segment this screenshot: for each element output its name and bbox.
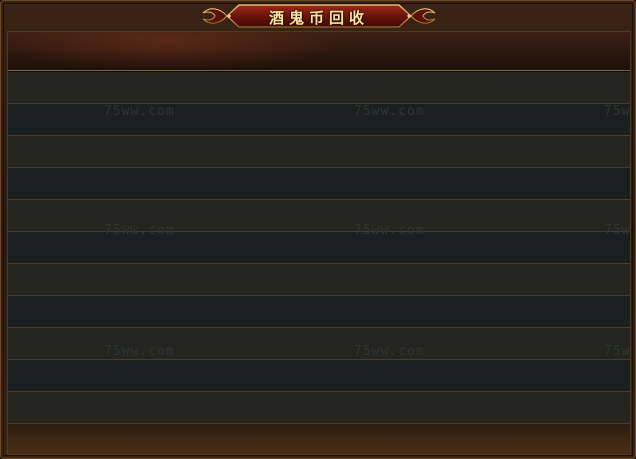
list-row[interactable] [8,136,630,168]
watermark: 75ww.com [104,223,175,238]
list-row[interactable] [8,232,630,264]
list-footer [8,424,630,454]
recycle-window: 酒鬼币回收 75ww.com 75ww.com 75ww 75ww.com 75… [0,0,636,459]
watermark: 75ww.com [354,104,425,119]
watermark: 75ww.com [104,104,175,119]
watermark: 75ww.com [354,223,425,238]
list-row[interactable] [8,360,630,392]
list-row[interactable] [8,296,630,328]
list-row[interactable] [8,72,630,104]
watermark: 75ww.com [354,344,425,359]
item-list-panel: 75ww.com 75ww.com 75ww 75ww.com 75ww.com… [7,31,631,455]
window-title: 酒鬼币回收 [268,9,369,27]
watermark: 75ww [604,104,631,119]
list-row[interactable] [8,104,630,136]
title-plate: 酒鬼币回收 [199,3,439,29]
list-row[interactable] [8,328,630,360]
watermark: 75ww [604,223,631,238]
watermark: 75ww.com [104,344,175,359]
list-row[interactable] [8,264,630,296]
list-header [8,32,630,73]
list-row[interactable] [8,168,630,200]
item-list [8,72,630,424]
list-row[interactable] [8,200,630,232]
list-row[interactable] [8,392,630,424]
watermark: 75ww [604,344,631,359]
